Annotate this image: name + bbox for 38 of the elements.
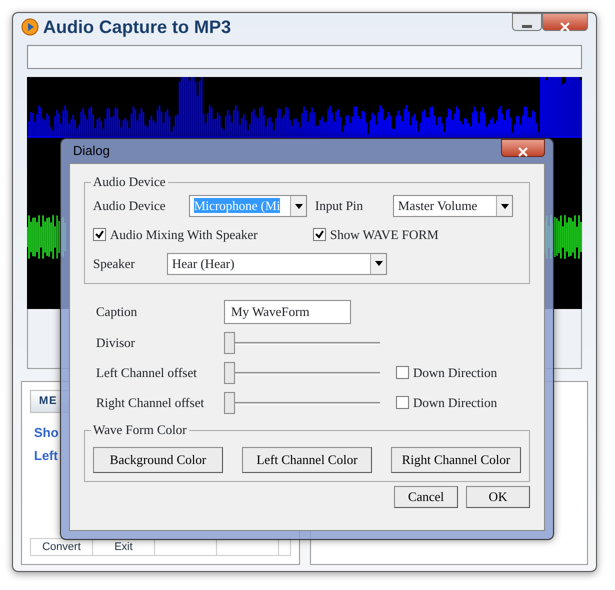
field-label: Input Pin [315, 197, 364, 216]
color-button[interactable]: Background Color [93, 446, 223, 472]
checkbox[interactable] [313, 228, 326, 242]
dropdown[interactable]: Hear (Hear) [167, 252, 387, 274]
dropdown-arrow-icon [500, 204, 508, 208]
close-button[interactable] [501, 139, 545, 157]
slider-thumb[interactable] [224, 362, 235, 384]
field-label: Divisor [95, 334, 136, 352]
slider-thumb[interactable] [224, 392, 235, 414]
dropdown-arrow-icon [294, 204, 302, 208]
close-icon [560, 22, 570, 32]
window-title: Audio Capture to MP3 [43, 16, 231, 39]
checkbox[interactable] [396, 396, 409, 409]
minimize-button[interactable] [512, 13, 542, 31]
ok-button[interactable]: OK [466, 486, 530, 508]
close-icon [518, 147, 528, 158]
app-icon [21, 18, 39, 36]
dropdown-arrow-icon [374, 261, 382, 266]
dialog-title: Dialog [72, 142, 110, 160]
close-button[interactable] [542, 13, 588, 31]
field-label: Left Channel offset [95, 364, 198, 382]
checkbox[interactable] [396, 366, 409, 379]
field-label: Caption [95, 302, 138, 321]
text-field[interactable]: My WaveForm [224, 300, 351, 324]
color-button[interactable]: Right Channel Color [391, 446, 521, 472]
color-button[interactable]: Left Channel Color [242, 446, 372, 472]
checkbox-label: Down Direction [413, 394, 498, 412]
dropdown[interactable]: Master Volume [393, 195, 513, 217]
field-label: Speaker [93, 254, 136, 273]
checkbox-label: Down Direction [413, 364, 498, 382]
checkbox[interactable] [93, 228, 106, 242]
field-label: Right Channel offset [95, 394, 206, 412]
field-label: Audio Device [93, 197, 167, 216]
checkbox-label: Audio Mixing With Speaker [110, 226, 258, 244]
minimize-icon [522, 24, 532, 29]
cancel-button[interactable]: Cancel [394, 486, 458, 508]
slider-thumb[interactable] [224, 332, 235, 354]
checkbox-label: Show WAVE FORM [330, 226, 439, 244]
